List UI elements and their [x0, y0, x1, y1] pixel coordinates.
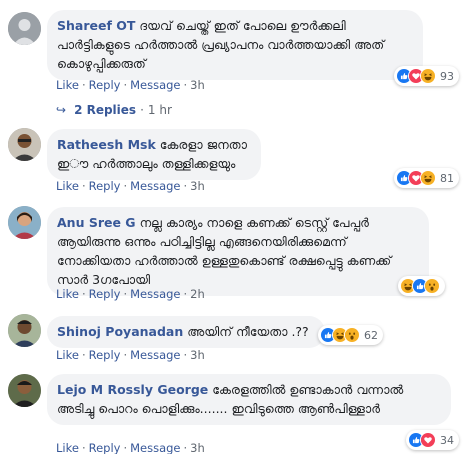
reply-link[interactable]: Reply — [89, 179, 121, 193]
reply-link[interactable]: Reply — [89, 348, 121, 362]
like-link[interactable]: Like — [56, 78, 79, 92]
comment-author[interactable]: Anu Sree G — [57, 215, 136, 230]
avatar[interactable] — [8, 206, 41, 239]
message-link[interactable]: Message — [130, 78, 180, 92]
comment-bubble: Lejo M Rossly George കേരളത്തിൽ ഉണ്ടാകാൻ വ… — [47, 374, 451, 425]
comment-actions: Like · Reply · Message · 3h — [56, 179, 205, 193]
reactions-summary[interactable]: 81 — [394, 168, 459, 188]
comment-timestamp[interactable]: 3h — [190, 441, 205, 454]
wow-reaction-icon — [424, 278, 440, 294]
replies-count[interactable]: 2 Replies — [74, 103, 136, 117]
reply-link[interactable]: Reply — [89, 441, 121, 454]
avatar[interactable] — [8, 128, 41, 161]
comment-author[interactable]: Lejo M Rossly George — [57, 382, 208, 397]
haha-reaction-icon — [420, 170, 436, 186]
reactions-summary[interactable]: 34 — [406, 430, 459, 450]
reactions-summary[interactable] — [398, 276, 445, 296]
message-link[interactable]: Message — [130, 179, 180, 193]
reply-link[interactable]: Reply — [89, 287, 121, 301]
comment-actions: Like · Reply · Message · 3h — [56, 441, 205, 454]
comment-bubble: Ratheesh Msk കേരളാ ജനതാ ഇൗ ഹർത്താലും തള്ള… — [47, 129, 261, 180]
reactions-summary[interactable]: 62 — [318, 325, 383, 345]
avatar[interactable] — [8, 374, 41, 407]
like-link[interactable]: Like — [56, 287, 79, 301]
comment-bubble: Anu Sree G നല്ല കാര്യം നാളെ കണക്ക് ടെസ്റ്… — [47, 207, 429, 296]
reaction-count: 81 — [440, 171, 454, 185]
love-reaction-icon — [420, 432, 436, 448]
comment-actions: Like · Reply · Message · 3h — [56, 348, 205, 362]
replies-timestamp: 1 hr — [147, 103, 172, 117]
reaction-count: 62 — [364, 328, 378, 342]
comment-author[interactable]: Ratheesh Msk — [57, 137, 156, 152]
avatar[interactable] — [8, 12, 41, 45]
like-link[interactable]: Like — [56, 348, 79, 362]
comment-author[interactable]: Shinoj Poyanadan — [57, 324, 183, 339]
reply-arrow-icon: ↪ — [56, 103, 67, 117]
comment-timestamp[interactable]: 3h — [190, 179, 205, 193]
comment-timestamp[interactable]: 3h — [190, 348, 205, 362]
reaction-count: 34 — [440, 433, 454, 447]
comment-bubble: Shinoj Poyanadan അയിന് നീയേതാ .?? — [47, 316, 325, 348]
comment-actions: Like · Reply · Message · 3h — [56, 78, 205, 92]
haha-reaction-icon — [420, 68, 436, 84]
message-link[interactable]: Message — [130, 441, 180, 454]
like-link[interactable]: Like — [56, 179, 79, 193]
comment-timestamp[interactable]: 3h — [190, 78, 205, 92]
wow-reaction-icon — [344, 327, 360, 343]
message-link[interactable]: Message — [130, 287, 180, 301]
view-replies-link[interactable]: ↪ 2 Replies · 1 hr — [56, 103, 172, 117]
reply-link[interactable]: Reply — [89, 78, 121, 92]
comment-actions: Like · Reply · Message · 2h — [56, 287, 205, 301]
message-link[interactable]: Message — [130, 348, 180, 362]
like-link[interactable]: Like — [56, 441, 79, 454]
comment-author[interactable]: Shareef OT — [57, 18, 135, 33]
reaction-count: 93 — [440, 69, 454, 83]
avatar[interactable] — [8, 314, 41, 347]
comment-bubble: Shareef OT ദയവ് ചെയ്ത് ഇത് പോലെ ഊർക്കലി പ… — [47, 10, 423, 80]
comment-text: അയിന് നീയേതാ .?? — [187, 324, 309, 339]
reactions-summary[interactable]: 93 — [394, 66, 459, 86]
comment-timestamp[interactable]: 2h — [190, 287, 205, 301]
